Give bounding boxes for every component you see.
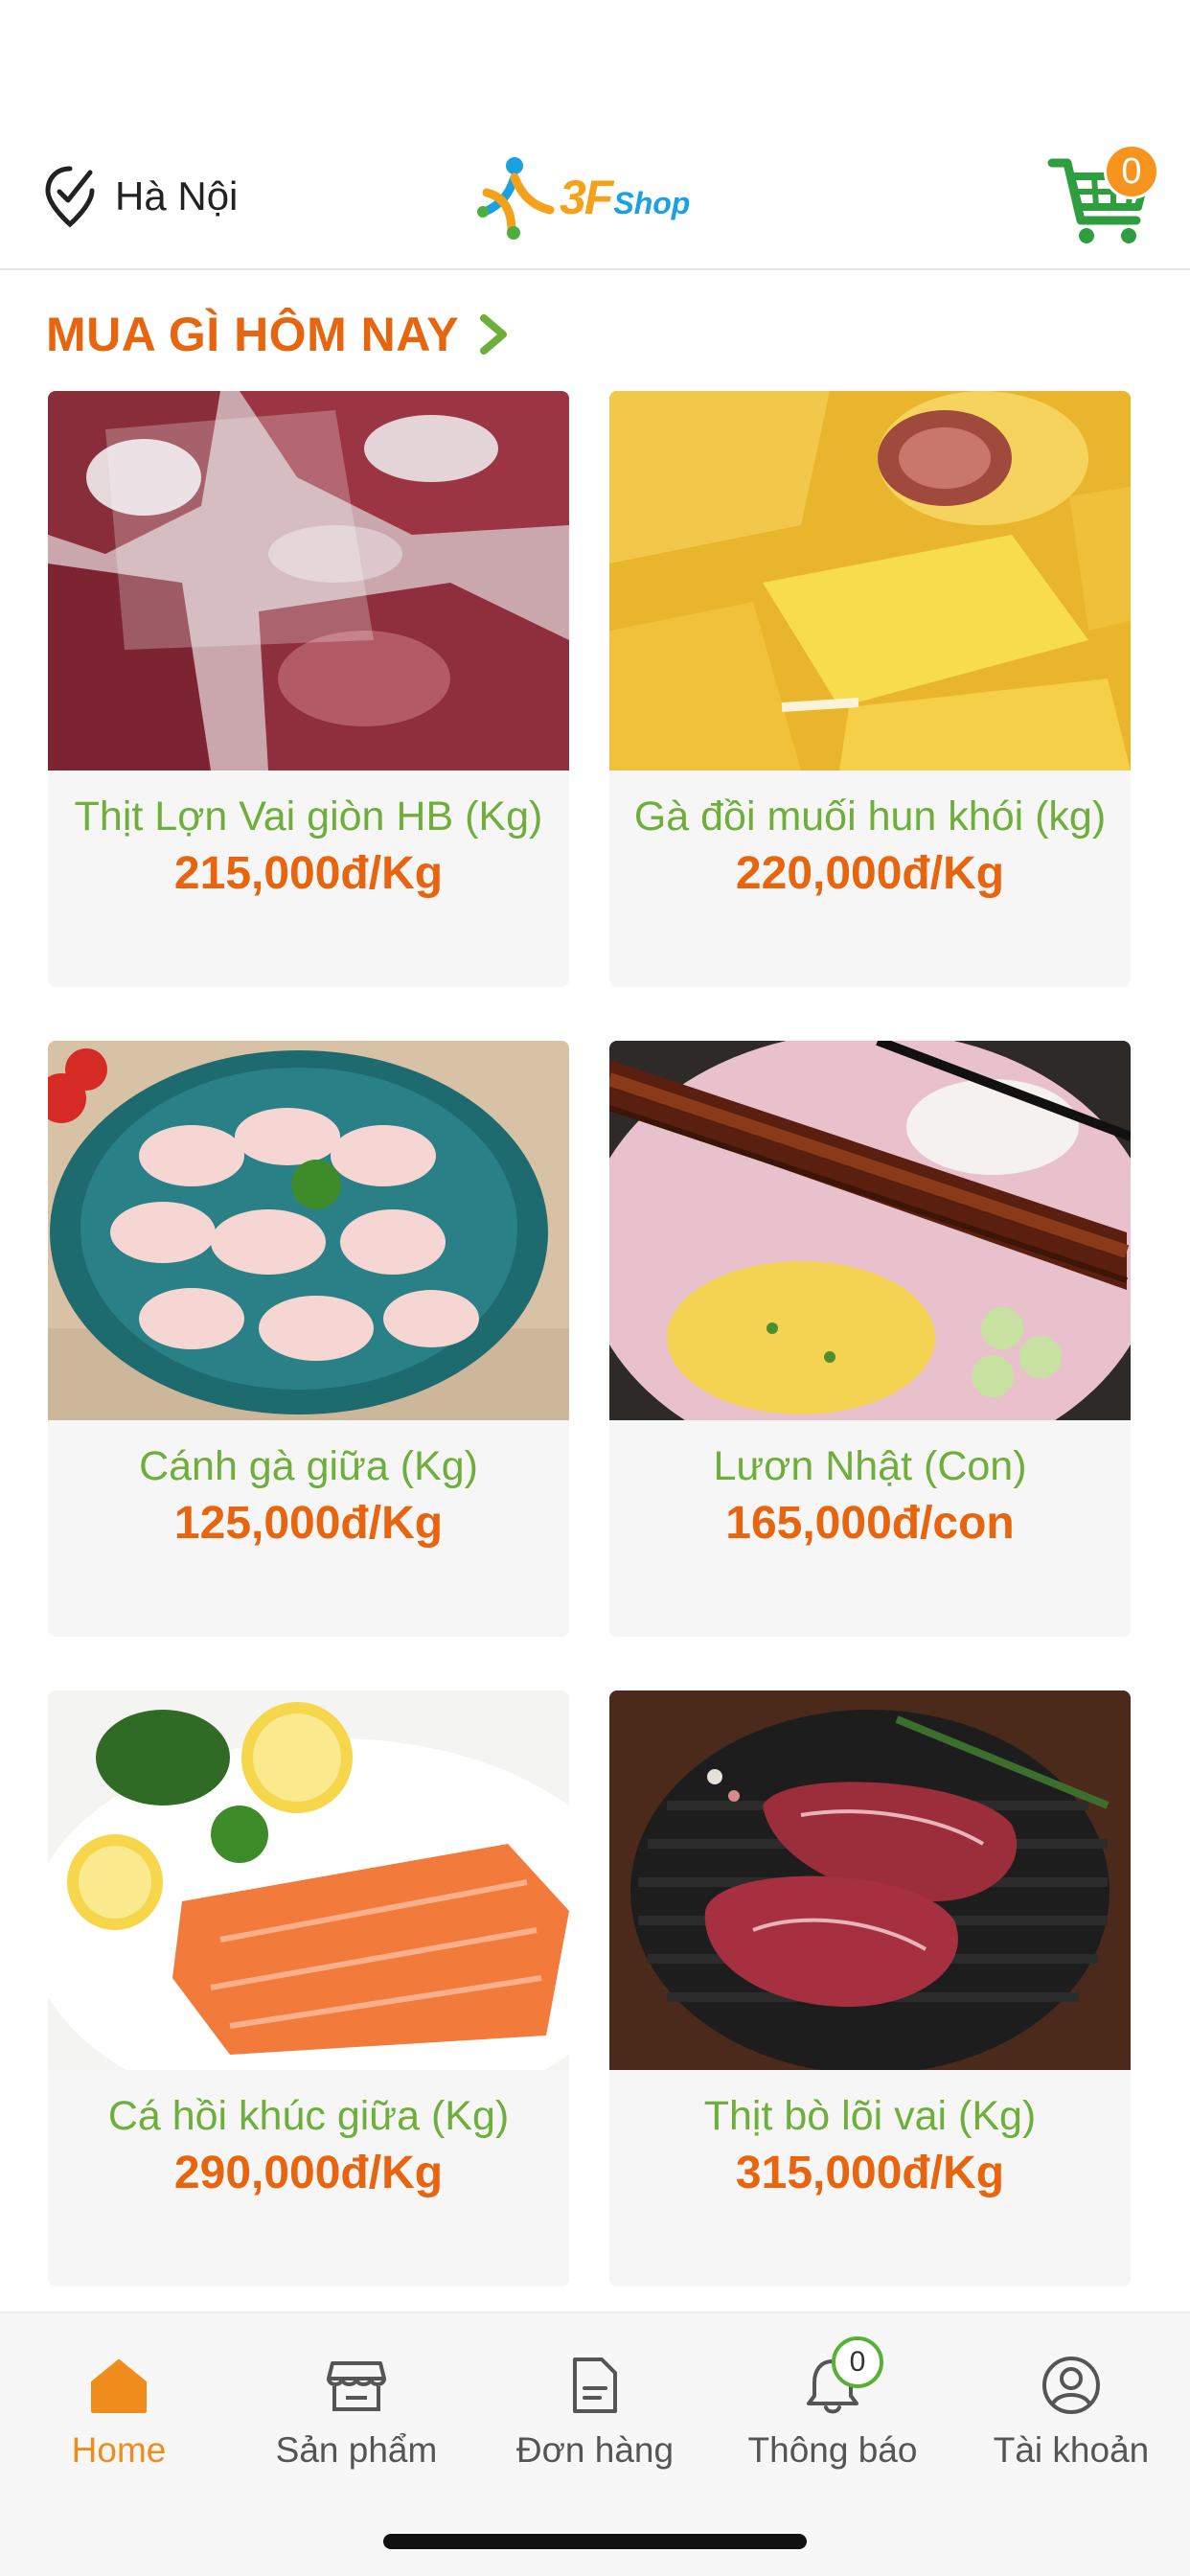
- nav-label-account: Tài khoản: [993, 2430, 1150, 2470]
- nav-item-orders[interactable]: Đơn hàng: [476, 2342, 714, 2496]
- product-name: Lươn Nhật (Con): [713, 1443, 1027, 1489]
- section-header[interactable]: MUA GÌ HÔM NAY: [46, 301, 509, 368]
- product-price: 290,000đ/Kg: [173, 2148, 444, 2198]
- product-card[interactable]: Cá hồi khúc giữa (Kg) 290,000đ/Kg: [48, 1690, 569, 2287]
- store-icon: [327, 2361, 386, 2411]
- bell-icon: 0: [801, 2336, 883, 2417]
- product-grid: Thịt Lợn Vai giòn HB (Kg) 215,000đ/Kg Gà…: [48, 391, 1131, 2287]
- product-card[interactable]: Thịt Lợn Vai giòn HB (Kg) 215,000đ/Kg: [48, 391, 569, 987]
- product-card[interactable]: Lươn Nhật (Con) 165,000đ/con: [609, 1041, 1131, 1637]
- nav-label-orders: Đơn hàng: [515, 2430, 675, 2470]
- nav-item-notifications[interactable]: 0 Thông báo: [714, 2336, 951, 2496]
- chevron-right-icon: [480, 314, 508, 355]
- product-image: [609, 391, 1131, 770]
- section-title: MUA GÌ HÔM NAY: [46, 308, 460, 361]
- cart-button[interactable]: 0: [1046, 144, 1159, 251]
- product-price: 165,000đ/con: [725, 1498, 1015, 1549]
- product-price: 215,000đ/Kg: [173, 848, 444, 899]
- user-circle-icon: [1042, 2357, 1100, 2414]
- app-header: Hà Nội 3F Shop 0: [0, 0, 1190, 270]
- notification-count-badge: 0: [832, 2336, 883, 2388]
- location-pin-check-icon: [45, 166, 95, 228]
- product-price: 125,000đ/Kg: [173, 1498, 444, 1549]
- product-price: 220,000đ/Kg: [735, 848, 1005, 899]
- product-image: [48, 1690, 569, 2070]
- product-name: Cánh gà giữa (Kg): [139, 1443, 478, 1489]
- nav-label-notifications: Thông báo: [747, 2430, 918, 2470]
- nav-label-products: Sản phẩm: [275, 2430, 438, 2470]
- nav-item-products[interactable]: Sản phẩm: [238, 2342, 475, 2496]
- product-card[interactable]: Thịt bò lõi vai (Kg) 315,000đ/Kg: [609, 1690, 1131, 2287]
- product-image: [609, 1041, 1131, 1420]
- document-icon: [573, 2358, 617, 2413]
- nav-item-home[interactable]: Home: [0, 2342, 238, 2496]
- product-name: Gà đồi muối hun khói (kg): [633, 794, 1107, 840]
- product-image: [48, 391, 569, 770]
- logo-text-shop: Shop: [613, 186, 691, 220]
- product-name: Thịt Lợn Vai giòn HB (Kg): [74, 794, 543, 840]
- cart-count-badge: 0: [1104, 144, 1159, 199]
- app-logo: 3F Shop: [473, 153, 713, 242]
- location-label: Hà Nội: [115, 173, 239, 218]
- product-name: Cá hồi khúc giữa (Kg): [107, 2093, 510, 2139]
- product-image: [48, 1041, 569, 1420]
- product-name: Thịt bò lõi vai (Kg): [703, 2093, 1037, 2139]
- product-image: [609, 1690, 1131, 2070]
- logo-text-3f: 3F: [560, 171, 613, 224]
- location-selector[interactable]: Hà Nội: [42, 163, 238, 230]
- product-card[interactable]: Cánh gà giữa (Kg) 125,000đ/Kg: [48, 1041, 569, 1637]
- nav-item-account[interactable]: Tài khoản: [952, 2342, 1190, 2496]
- logo-mark-icon: [477, 157, 555, 240]
- product-price: 315,000đ/Kg: [735, 2148, 1005, 2198]
- home-icon: [91, 2359, 147, 2413]
- product-card[interactable]: Gà đồi muối hun khói (kg) 220,000đ/Kg: [609, 391, 1131, 987]
- home-indicator: [383, 2534, 807, 2549]
- nav-label-home: Home: [71, 2430, 167, 2470]
